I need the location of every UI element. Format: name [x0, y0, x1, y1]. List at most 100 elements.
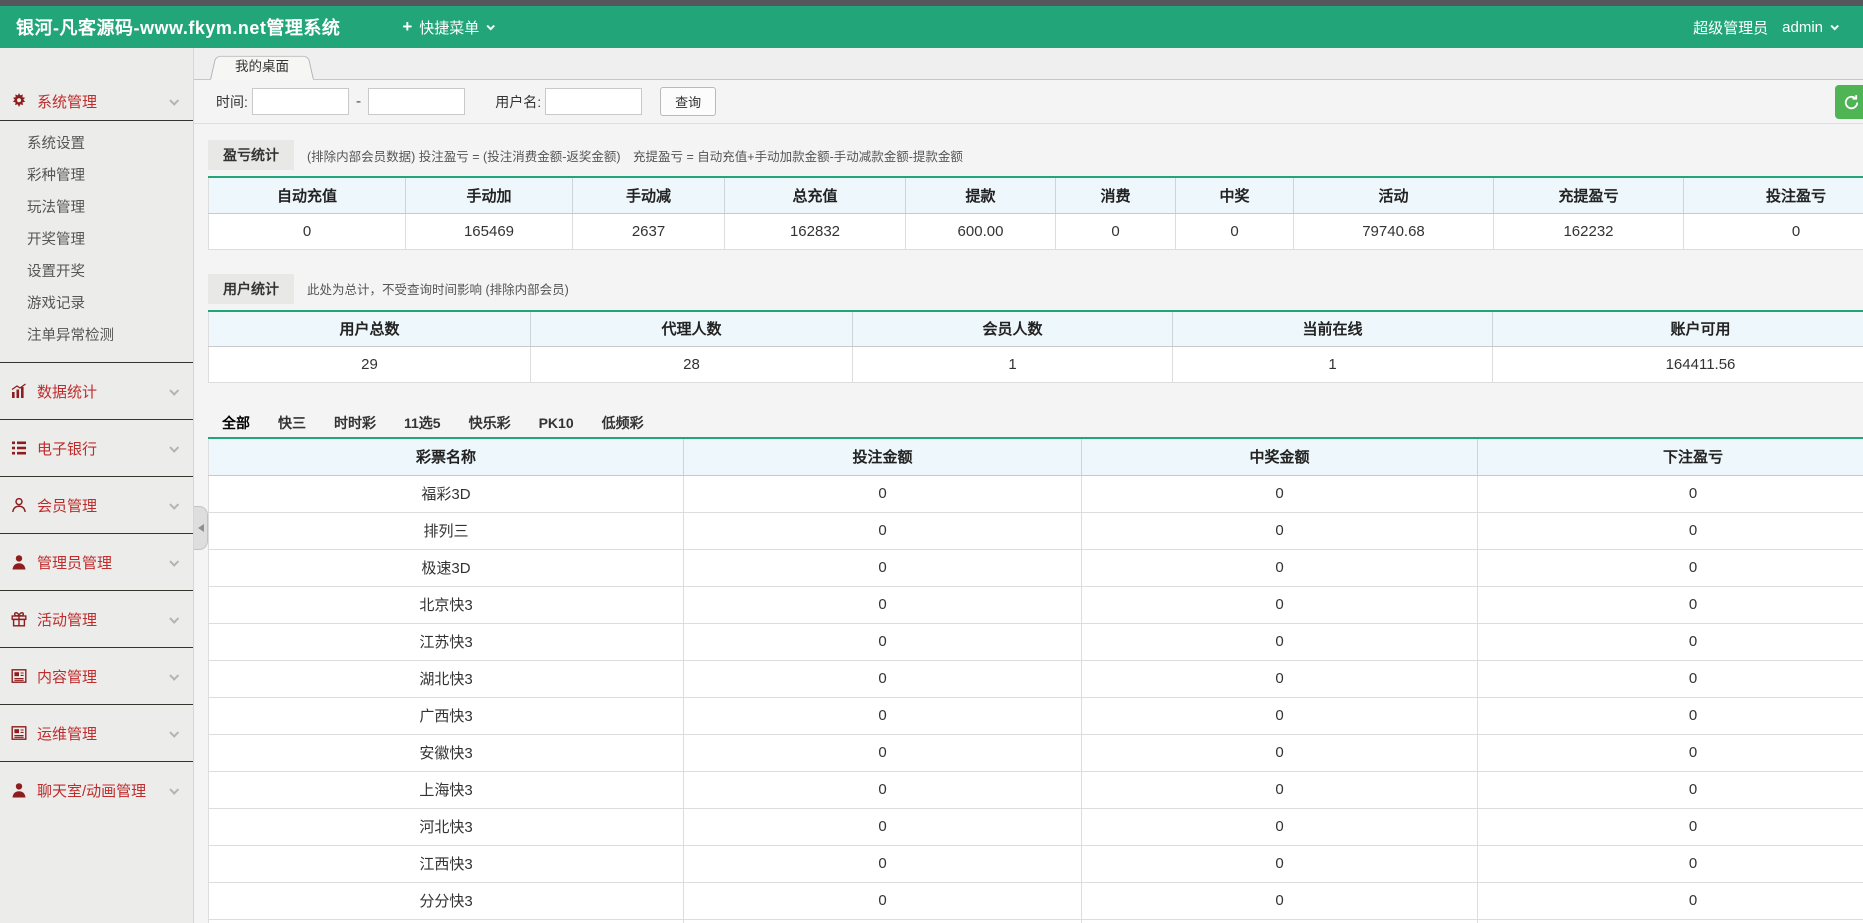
sidebar-group-label: 会员管理 — [37, 497, 98, 515]
bet-amount-cell: 0 — [683, 845, 1082, 883]
sidebar-item[interactable]: 系统设置 — [0, 128, 193, 160]
table-cell: 0 — [1055, 213, 1176, 250]
sidebar-group-ops[interactable]: 运维管理 — [0, 705, 193, 761]
user-table: 用户总数 代理人数 会员人数 当前在线 账户可用 29 28 1 1 164411.56 — [208, 309, 1863, 383]
bet-amount-cell: 0 — [683, 697, 1082, 735]
sidebar-group-stats[interactable]: 数据统计 — [0, 363, 193, 419]
profit-cell: 0 — [1477, 623, 1863, 661]
sidebar-group-label: 系统管理 — [37, 93, 98, 111]
username-menu[interactable]: admin — [1782, 19, 1823, 36]
table-cell: 165469 — [405, 213, 573, 250]
sidebar-group-activities[interactable]: 活动管理 — [0, 591, 193, 647]
profit-cell: 0 — [1477, 512, 1863, 550]
lottery-tab[interactable]: PK10 — [525, 409, 588, 437]
search-bar: 时间: - 用户名: 查询 — [194, 80, 1863, 124]
sidebar-group-label: 内容管理 — [37, 668, 98, 686]
bet-amount-cell: 0 — [683, 919, 1082, 923]
bet-amount-cell: 0 — [683, 882, 1082, 920]
table-cell: 79740.68 — [1293, 213, 1494, 250]
bet-amount-cell: 0 — [683, 549, 1082, 587]
sidebar-item[interactable]: 注单异常检测 — [0, 320, 193, 352]
sidebar-group-content[interactable]: 内容管理 — [0, 648, 193, 704]
table-header-cell: 投注金额 — [683, 439, 1082, 476]
gift-icon — [11, 611, 28, 628]
win-amount-cell: 0 — [1081, 623, 1478, 661]
lottery-name-cell: 江苏快3 — [208, 623, 684, 661]
range-separator: - — [355, 92, 362, 110]
lottery-tab[interactable]: 11选5 — [390, 409, 455, 437]
tab-my-desktop[interactable]: 我的桌面 — [210, 53, 314, 80]
plus-icon: + — [402, 17, 413, 36]
dashboard-content: 盈亏统计 (排除内部会员数据) 投注盈亏 = (投注消费金额-返奖金额) 充提盈… — [194, 124, 1863, 923]
table-cell: 164411.56 — [1492, 346, 1863, 383]
app-header: 银河-凡客源码-www.fkym.net管理系统 + 快捷菜单 超级管理员 ad… — [0, 6, 1863, 48]
table-header-cell: 用户总数 — [208, 310, 531, 347]
bet-amount-cell: 0 — [683, 512, 1082, 550]
sidebar-item[interactable]: 游戏记录 — [0, 288, 193, 320]
sidebar-group-label: 运维管理 — [37, 725, 98, 743]
sidebar-group-label: 电子银行 — [37, 440, 98, 458]
table-cell: 1 — [852, 346, 1173, 383]
table-header-cell: 彩票名称 — [208, 439, 684, 476]
table-row: 福彩3D 0 0 0 — [208, 475, 1863, 513]
profit-section-title: 盈亏统计 — [208, 140, 294, 170]
sidebar-group-label: 管理员管理 — [37, 554, 113, 572]
time-to-input[interactable] — [368, 88, 466, 115]
table-row: 北京快3 0 0 0 — [208, 586, 1863, 624]
quick-menu-button[interactable]: + 快捷菜单 — [402, 17, 496, 38]
lottery-name-cell: 北京快3 — [208, 586, 684, 624]
sidebar-item[interactable]: 玩法管理 — [0, 192, 193, 224]
chevron-down-icon — [1830, 22, 1839, 31]
username-input[interactable] — [545, 88, 643, 115]
sidebar-item[interactable]: 开奖管理 — [0, 224, 193, 256]
sidebar-collapse-handle[interactable] — [194, 506, 208, 550]
sidebar-group-ebank[interactable]: 电子银行 — [0, 420, 193, 476]
win-amount-cell: 0 — [1081, 512, 1478, 550]
chevron-down-icon — [486, 22, 496, 31]
sidebar-group-members[interactable]: 会员管理 — [0, 477, 193, 533]
sidebar-group-system[interactable]: 系统管理 — [0, 82, 193, 120]
lottery-tab[interactable]: 时时彩 — [320, 409, 390, 437]
sidebar-group-chat[interactable]: 聊天室/动画管理 — [0, 762, 193, 818]
lottery-tab[interactable]: 快三 — [264, 409, 320, 437]
sidebar-group-admins[interactable]: 管理员管理 — [0, 534, 193, 590]
table-row: 湖北快3 0 0 0 — [208, 660, 1863, 698]
profit-cell: 0 — [1477, 586, 1863, 624]
chevron-down-icon — [169, 385, 180, 396]
arrow-left-icon — [197, 524, 204, 532]
table-row: 排列三 0 0 0 — [208, 512, 1863, 550]
bet-amount-cell: 0 — [683, 475, 1082, 513]
profit-cell: 0 — [1477, 771, 1863, 809]
win-amount-cell: 0 — [1081, 586, 1478, 624]
profit-cell: 0 — [1477, 549, 1863, 587]
ops-icon — [11, 725, 28, 742]
table-cell: 28 — [530, 346, 853, 383]
table-header-row: 彩票名称 投注金额 中奖金额 下注盈亏 — [208, 439, 1863, 476]
table-header-cell: 手动减 — [572, 177, 725, 214]
table-header-row: 自动充值 手动加 手动减 总充值 提款 消费 中奖 活动 充提盈亏 投注盈亏 — [208, 177, 1863, 214]
lottery-category-tabs: 全部 快三 时时彩 11选5 快乐彩 PK10 低频彩 — [208, 409, 1863, 439]
lottery-tab[interactable]: 低频彩 — [588, 409, 658, 437]
profit-cell: 0 — [1477, 882, 1863, 920]
member-icon — [11, 497, 28, 514]
lottery-name-cell: 排列三 — [208, 512, 684, 550]
bet-amount-cell: 0 — [683, 734, 1082, 772]
win-amount-cell: 0 — [1081, 845, 1478, 883]
profit-section-note: (排除内部会员数据) 投注盈亏 = (投注消费金额-返奖金额) 充提盈亏 = 自… — [307, 149, 963, 164]
lottery-name-cell: 江西快3 — [208, 845, 684, 883]
table-header-cell: 自动充值 — [208, 177, 406, 214]
refresh-icon — [1844, 94, 1859, 109]
lottery-tab[interactable]: 快乐彩 — [455, 409, 525, 437]
bar-chart-icon — [11, 383, 28, 400]
table-cell: 29 — [208, 346, 531, 383]
win-amount-cell: 0 — [1081, 697, 1478, 735]
time-from-input[interactable] — [251, 88, 349, 115]
sidebar-item[interactable]: 设置开奖 — [0, 256, 193, 288]
bet-amount-cell: 0 — [683, 808, 1082, 846]
lottery-tab[interactable]: 全部 — [208, 409, 264, 437]
query-button[interactable]: 查询 — [660, 87, 717, 116]
refresh-button[interactable] — [1835, 85, 1863, 119]
sidebar-item[interactable]: 彩种管理 — [0, 160, 193, 192]
table-header-cell: 中奖 — [1175, 177, 1294, 214]
win-amount-cell: 0 — [1081, 734, 1478, 772]
